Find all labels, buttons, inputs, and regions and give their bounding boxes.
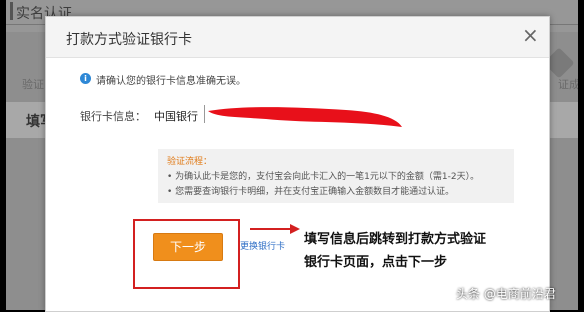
annotation-line: 银行卡页面，点击下一步: [304, 255, 448, 270]
annotation-line: 填写信息后跳转到打款方式验证: [304, 232, 487, 247]
annotation-note: 填写信息后跳转到打款方式验证 银行卡页面，点击下一步: [304, 228, 544, 274]
background-step-right: 证成功: [558, 78, 578, 91]
notice-text: 请确认您的银行卡信息准确无误。: [96, 76, 246, 87]
dialog-header: 打款方式验证银行卡 ×: [46, 17, 549, 58]
watermark: 头条 @电商前沿君: [456, 287, 556, 301]
flow-title: 验证流程：: [167, 157, 213, 167]
card-separator: [204, 105, 205, 123]
background-step-left: 验证: [22, 78, 44, 91]
flow-item: • 您需要查询银行卡明细，并在支付宝正确输入金额数目才能通过认证。: [167, 187, 455, 197]
flow-item: • 为确认此卡是您的，支付宝会向此卡汇入的一笔1元以下的金额（需1-2天）。: [167, 172, 480, 182]
bank-name: 中国银行: [154, 110, 198, 123]
dialog-title: 打款方式验证银行卡: [66, 32, 192, 48]
close-icon[interactable]: ×: [522, 23, 539, 47]
arrow-right-icon: [250, 224, 300, 234]
next-step-button[interactable]: 下一步: [153, 233, 223, 261]
verify-card-dialog: 打款方式验证银行卡 × i 请确认您的银行卡信息准确无误。 银行卡信息： 中国银…: [45, 16, 550, 312]
change-card-link[interactable]: 更换银行卡: [240, 239, 285, 252]
info-icon: i: [80, 73, 91, 84]
card-info-label: 银行卡信息：: [80, 110, 146, 123]
redaction-scribble: [208, 107, 402, 127]
title-accent-bar: [10, 2, 13, 20]
verify-flow-box: 验证流程： • 为确认此卡是您的，支付宝会向此卡汇入的一笔1元以下的金额（需1-…: [158, 149, 514, 203]
